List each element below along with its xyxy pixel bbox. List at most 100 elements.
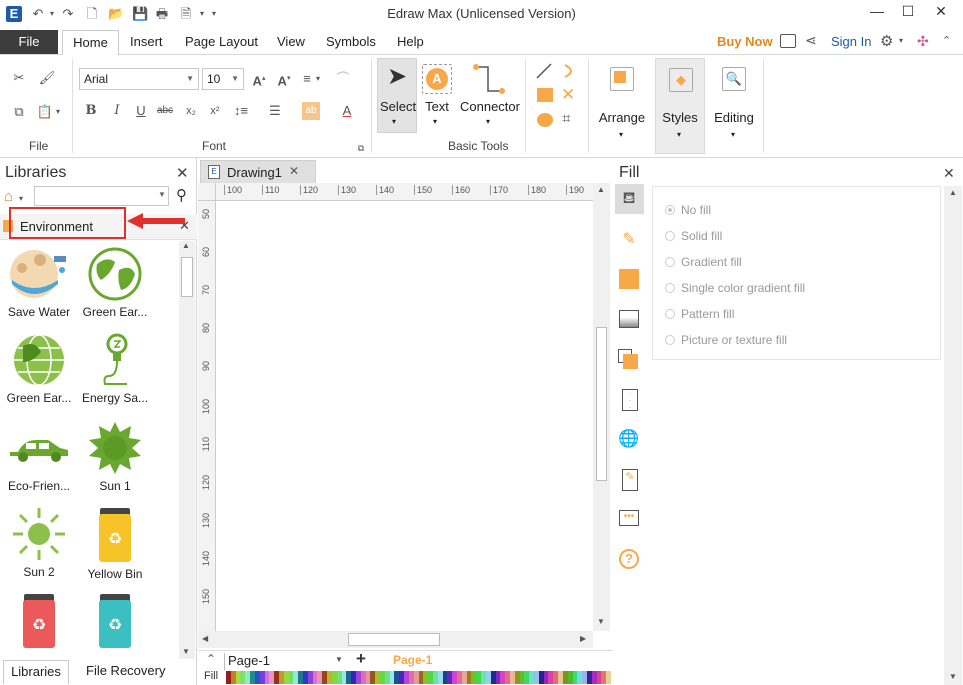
library-item-red-bin[interactable]: ♻ [0, 592, 78, 653]
increase-font-icon[interactable]: A▴ [250, 70, 268, 88]
line-tool-icon[interactable] [536, 63, 552, 79]
font-dialog-launcher-icon[interactable]: ⧉ [352, 139, 370, 157]
page-select[interactable]: Page-1 ▼ [224, 653, 344, 670]
tab-page-layout[interactable]: Page Layout [185, 34, 258, 49]
chevron-down-icon[interactable]: ▾ [433, 117, 437, 126]
styles-button[interactable]: ◆ [655, 58, 705, 154]
home-icon[interactable]: ⌂ [4, 188, 13, 205]
image-icon[interactable] [780, 34, 796, 48]
page-nav-up-icon[interactable]: ⌃ [206, 652, 216, 666]
font-name-select[interactable]: Arial ▼ [79, 68, 199, 90]
arc-tool-icon[interactable] [562, 63, 578, 79]
highlight-color-icon[interactable]: ab [302, 102, 320, 120]
library-item-teal-bin[interactable]: ♻ [76, 592, 154, 653]
share-icon[interactable]: ⋖ [805, 32, 817, 49]
library-item-save-water[interactable]: Save Water [0, 246, 78, 319]
search-dropdown-icon[interactable]: ▼ [158, 190, 166, 199]
scroll-thumb[interactable] [181, 257, 193, 297]
font-color-icon[interactable]: A [338, 102, 356, 120]
tab-file-recovery[interactable]: File Recovery [86, 663, 165, 678]
library-item-sun-1[interactable]: Sun 1 [76, 420, 154, 493]
scroll-left-icon[interactable]: ◀ [202, 634, 208, 643]
properties-list-icon[interactable]: · · · [622, 389, 638, 412]
library-item-energy-saving[interactable]: Energy Sa... [76, 332, 154, 405]
library-scrollbar[interactable]: ▲ ▼ [179, 241, 195, 659]
bullet-list-icon[interactable]: ☰ [266, 102, 284, 120]
scroll-right-icon[interactable]: ▶ [580, 634, 586, 643]
collapse-ribbon-icon[interactable]: ⌃ [942, 34, 951, 47]
decrease-font-icon[interactable]: A▾ [275, 70, 293, 88]
format-painter-icon[interactable]: 🖌 [38, 69, 56, 87]
search-icon[interactable]: ⚲ [176, 186, 187, 204]
fill-option-pattern-fill[interactable]: Pattern fill [665, 307, 734, 321]
layers-icon[interactable] [618, 349, 640, 371]
scroll-down-icon[interactable]: ▼ [182, 647, 190, 656]
tab-help[interactable]: Help [397, 34, 424, 49]
fill-option-gradient-fill[interactable]: Gradient fill [665, 255, 742, 269]
select-tool-button[interactable]: ➤ [377, 58, 417, 133]
drawing-canvas[interactable] [217, 202, 593, 631]
fill-option-single-color-gradient[interactable]: Single color gradient fill [665, 281, 805, 295]
color-swatches[interactable] [226, 671, 611, 684]
cut-icon[interactable]: ✂ [10, 69, 28, 87]
close-window-icon[interactable]: ✕ [926, 3, 956, 23]
document-edit-icon[interactable]: ✎ [622, 469, 638, 491]
canvas-vertical-scrollbar[interactable]: ▲ ▼ [593, 183, 610, 631]
editing-search-icon[interactable]: 🔍 [722, 67, 746, 91]
minimize-icon[interactable]: — [862, 3, 892, 23]
tab-view[interactable]: View [277, 34, 305, 49]
maximize-icon[interactable]: ☐ [893, 3, 923, 23]
scroll-up-icon[interactable]: ▲ [597, 185, 605, 194]
color-swatch[interactable] [606, 671, 611, 684]
text-curve-icon[interactable]: ⌒ [334, 70, 352, 88]
chevron-down-icon[interactable]: ▾ [619, 130, 623, 139]
comment-icon[interactable]: ••• [619, 510, 639, 526]
underline-icon[interactable]: U [132, 102, 150, 120]
fill-bucket-icon[interactable]: ⛾ [618, 189, 640, 211]
rectangle-tool-icon[interactable] [537, 88, 553, 102]
bold-icon[interactable]: B [82, 102, 100, 120]
tab-insert[interactable]: Insert [130, 34, 163, 49]
globe-icon[interactable]: 🌐 [618, 429, 640, 451]
library-item-green-earth[interactable]: Green Ear... [76, 246, 154, 319]
active-page-tab[interactable]: Page-1 [393, 653, 432, 667]
scroll-up-icon[interactable]: ▲ [949, 188, 957, 197]
menu-file[interactable]: File [0, 30, 58, 54]
theme-icon[interactable]: ✣ [917, 33, 929, 50]
arrange-button[interactable] [610, 67, 634, 91]
scroll-up-icon[interactable]: ▲ [182, 241, 190, 250]
chevron-down-icon[interactable]: ▾ [731, 130, 735, 139]
ellipse-tool-icon[interactable] [537, 113, 553, 127]
picture-icon[interactable] [619, 310, 639, 328]
copy-icon[interactable]: ⧉ [10, 103, 28, 121]
paste-dropdown-icon[interactable]: ▾ [54, 103, 62, 121]
text-tool-button[interactable]: A [422, 64, 452, 94]
chevron-down-icon[interactable]: ▾ [486, 117, 490, 126]
document-tab[interactable]: E Drawing1 ✕ [200, 160, 316, 183]
home-dropdown-icon[interactable]: ▾ [19, 194, 23, 203]
connector-icon[interactable] [472, 63, 506, 97]
fill-option-picture-texture[interactable]: Picture or texture fill [665, 333, 787, 347]
scroll-thumb[interactable] [348, 633, 440, 646]
chevron-down-icon[interactable]: ▾ [677, 130, 681, 139]
help-icon[interactable]: ? [619, 549, 639, 569]
strikethrough-icon[interactable]: abc [156, 102, 174, 120]
fill-option-solid-fill[interactable]: Solid fill [665, 229, 722, 243]
scroll-thumb[interactable] [596, 327, 607, 481]
chevron-down-icon[interactable]: ▾ [392, 117, 396, 126]
sign-in-link[interactable]: Sign In [831, 34, 871, 49]
font-size-select[interactable]: 10 ▼ [202, 68, 244, 90]
italic-icon[interactable]: I [108, 102, 126, 120]
shadow-square-icon[interactable] [619, 269, 639, 289]
scroll-down-icon[interactable]: ▼ [949, 672, 957, 681]
paste-icon[interactable]: 📋 [36, 103, 54, 121]
superscript-icon[interactable]: x² [206, 102, 224, 120]
fill-option-no-fill[interactable]: No fill [665, 203, 711, 217]
add-page-icon[interactable]: + [356, 649, 366, 669]
library-search-input[interactable] [34, 186, 169, 206]
subscript-icon[interactable]: x₂ [182, 102, 200, 120]
gear-dropdown-icon[interactable]: ▾ [899, 36, 903, 45]
align-dropdown-icon[interactable]: ▾ [314, 70, 322, 88]
gear-icon[interactable]: ⚙ [880, 32, 893, 50]
fill-panel-scrollbar[interactable]: ▲ ▼ [944, 186, 962, 685]
